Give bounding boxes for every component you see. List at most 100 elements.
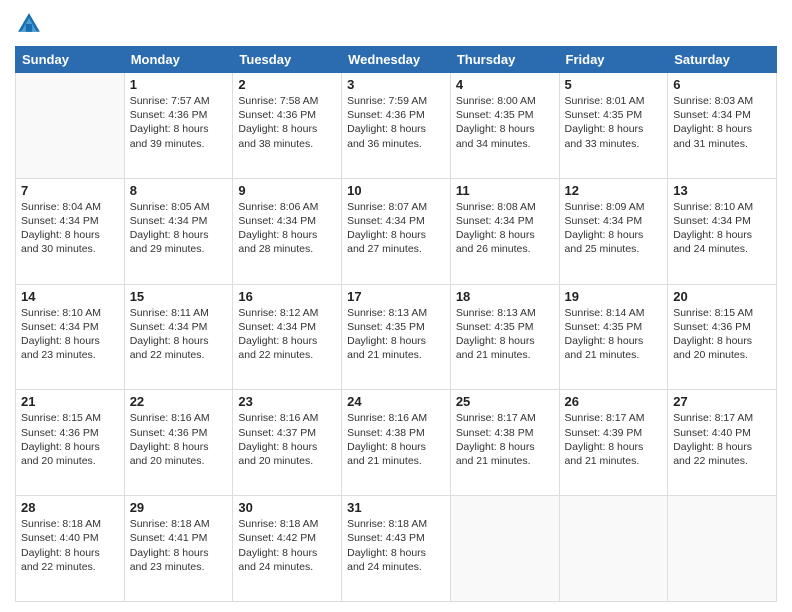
day-number: 16 <box>238 289 336 304</box>
cell-line: Sunset: 4:36 PM <box>130 108 228 122</box>
cell-line: and 22 minutes. <box>21 560 119 574</box>
page: SundayMondayTuesdayWednesdayThursdayFrid… <box>0 0 792 612</box>
cell-line: Daylight: 8 hours <box>347 228 445 242</box>
calendar-cell <box>16 73 125 179</box>
cell-line: Daylight: 8 hours <box>673 440 771 454</box>
calendar-cell: 4Sunrise: 8:00 AMSunset: 4:35 PMDaylight… <box>450 73 559 179</box>
cell-line: Sunrise: 8:00 AM <box>456 94 554 108</box>
cell-line: Sunset: 4:34 PM <box>347 214 445 228</box>
cell-line: Sunset: 4:36 PM <box>673 320 771 334</box>
calendar-cell: 17Sunrise: 8:13 AMSunset: 4:35 PMDayligh… <box>342 284 451 390</box>
calendar-cell <box>668 496 777 602</box>
cell-line: and 26 minutes. <box>456 242 554 256</box>
day-number: 19 <box>565 289 663 304</box>
logo <box>15 10 45 38</box>
cell-line: Daylight: 8 hours <box>347 122 445 136</box>
cell-line: Daylight: 8 hours <box>238 122 336 136</box>
cell-line: Daylight: 8 hours <box>130 228 228 242</box>
day-number: 25 <box>456 394 554 409</box>
calendar-cell: 26 Sunrise: 8:17 AMSunset: 4:39 PMDayligh… <box>559 390 668 496</box>
cell-line: Daylight: 8 hours <box>21 546 119 560</box>
calendar-cell: 9Sunrise: 8:06 AMSunset: 4:34 PMDaylight… <box>233 178 342 284</box>
calendar-cell: 25Sunrise: 8:17 AMSunset: 4:38 PMDayligh… <box>450 390 559 496</box>
day-number: 27 <box>673 394 771 409</box>
calendar-cell: 22Sunrise: 8:16 AMSunset: 4:36 PMDayligh… <box>124 390 233 496</box>
logo-icon <box>15 10 43 38</box>
cell-line: Sunrise: 7:58 AM <box>238 94 336 108</box>
cell-line: Daylight: 8 hours <box>238 228 336 242</box>
cell-line: and 23 minutes. <box>21 348 119 362</box>
cell-line: Daylight: 8 hours <box>21 334 119 348</box>
cell-line: Sunrise: 8:16 AM <box>130 411 228 425</box>
cell-line: Sunset: 4:34 PM <box>21 214 119 228</box>
day-number: 26 <box>565 394 663 409</box>
cell-line: Daylight: 8 hours <box>21 228 119 242</box>
cell-line: Sunset: 4:38 PM <box>347 426 445 440</box>
cell-line: and 20 minutes. <box>238 454 336 468</box>
calendar-header-row: SundayMondayTuesdayWednesdayThursdayFrid… <box>16 47 777 73</box>
day-number: 8 <box>130 183 228 198</box>
cell-line: Sunrise: 8:12 AM <box>238 306 336 320</box>
cell-line: Sunrise: 8:17 AM <box>565 411 663 425</box>
cell-line: Daylight: 8 hours <box>565 440 663 454</box>
cell-line: Daylight: 8 hours <box>456 440 554 454</box>
day-number: 11 <box>456 183 554 198</box>
cell-line: and 22 minutes. <box>238 348 336 362</box>
day-number: 1 <box>130 77 228 92</box>
weekday-header: Friday <box>559 47 668 73</box>
cell-line: and 38 minutes. <box>238 137 336 151</box>
cell-line: Daylight: 8 hours <box>565 228 663 242</box>
cell-line: and 21 minutes. <box>456 454 554 468</box>
cell-line: Sunset: 4:39 PM <box>565 426 663 440</box>
day-number: 17 <box>347 289 445 304</box>
cell-line: Sunset: 4:35 PM <box>565 108 663 122</box>
weekday-header: Tuesday <box>233 47 342 73</box>
calendar-cell: 31Sunrise: 8:18 AMSunset: 4:43 PMDayligh… <box>342 496 451 602</box>
cell-line: and 21 minutes. <box>347 454 445 468</box>
cell-line: Sunrise: 8:10 AM <box>21 306 119 320</box>
weekday-header: Thursday <box>450 47 559 73</box>
cell-line: Sunset: 4:34 PM <box>673 214 771 228</box>
day-number: 5 <box>565 77 663 92</box>
cell-line: Sunrise: 8:11 AM <box>130 306 228 320</box>
cell-line: Sunrise: 8:18 AM <box>21 517 119 531</box>
cell-line: Sunrise: 8:14 AM <box>565 306 663 320</box>
day-number: 3 <box>347 77 445 92</box>
day-number: 10 <box>347 183 445 198</box>
cell-line: Sunrise: 8:16 AM <box>238 411 336 425</box>
cell-line: Daylight: 8 hours <box>21 440 119 454</box>
cell-line: Sunset: 4:34 PM <box>238 214 336 228</box>
cell-line: Sunset: 4:35 PM <box>456 108 554 122</box>
cell-line: Sunrise: 8:03 AM <box>673 94 771 108</box>
cell-line: and 24 minutes. <box>673 242 771 256</box>
week-row: 7Sunrise: 8:04 AMSunset: 4:34 PMDaylight… <box>16 178 777 284</box>
cell-line: Daylight: 8 hours <box>347 334 445 348</box>
day-number: 20 <box>673 289 771 304</box>
day-number: 6 <box>673 77 771 92</box>
calendar-cell: 3Sunrise: 7:59 AMSunset: 4:36 PMDaylight… <box>342 73 451 179</box>
calendar-cell: 21Sunrise: 8:15 AMSunset: 4:36 PMDayligh… <box>16 390 125 496</box>
calendar-cell: 11Sunrise: 8:08 AMSunset: 4:34 PMDayligh… <box>450 178 559 284</box>
cell-line: Daylight: 8 hours <box>456 122 554 136</box>
cell-line: Sunset: 4:36 PM <box>21 426 119 440</box>
day-number: 31 <box>347 500 445 515</box>
cell-line: Daylight: 8 hours <box>130 546 228 560</box>
cell-line: Daylight: 8 hours <box>456 228 554 242</box>
day-number: 22 <box>130 394 228 409</box>
day-number: 21 <box>21 394 119 409</box>
cell-line: Sunrise: 8:15 AM <box>673 306 771 320</box>
cell-line: Sunrise: 8:18 AM <box>130 517 228 531</box>
cell-line: Sunset: 4:35 PM <box>565 320 663 334</box>
cell-line: and 29 minutes. <box>130 242 228 256</box>
calendar-cell: 10Sunrise: 8:07 AMSunset: 4:34 PMDayligh… <box>342 178 451 284</box>
cell-line: and 25 minutes. <box>565 242 663 256</box>
day-number: 12 <box>565 183 663 198</box>
cell-line: Sunset: 4:34 PM <box>565 214 663 228</box>
cell-line: and 21 minutes. <box>456 348 554 362</box>
cell-line: and 33 minutes. <box>565 137 663 151</box>
cell-line: Daylight: 8 hours <box>565 122 663 136</box>
day-number: 28 <box>21 500 119 515</box>
calendar-cell <box>450 496 559 602</box>
cell-line: Sunset: 4:34 PM <box>238 320 336 334</box>
cell-line: Daylight: 8 hours <box>238 440 336 454</box>
